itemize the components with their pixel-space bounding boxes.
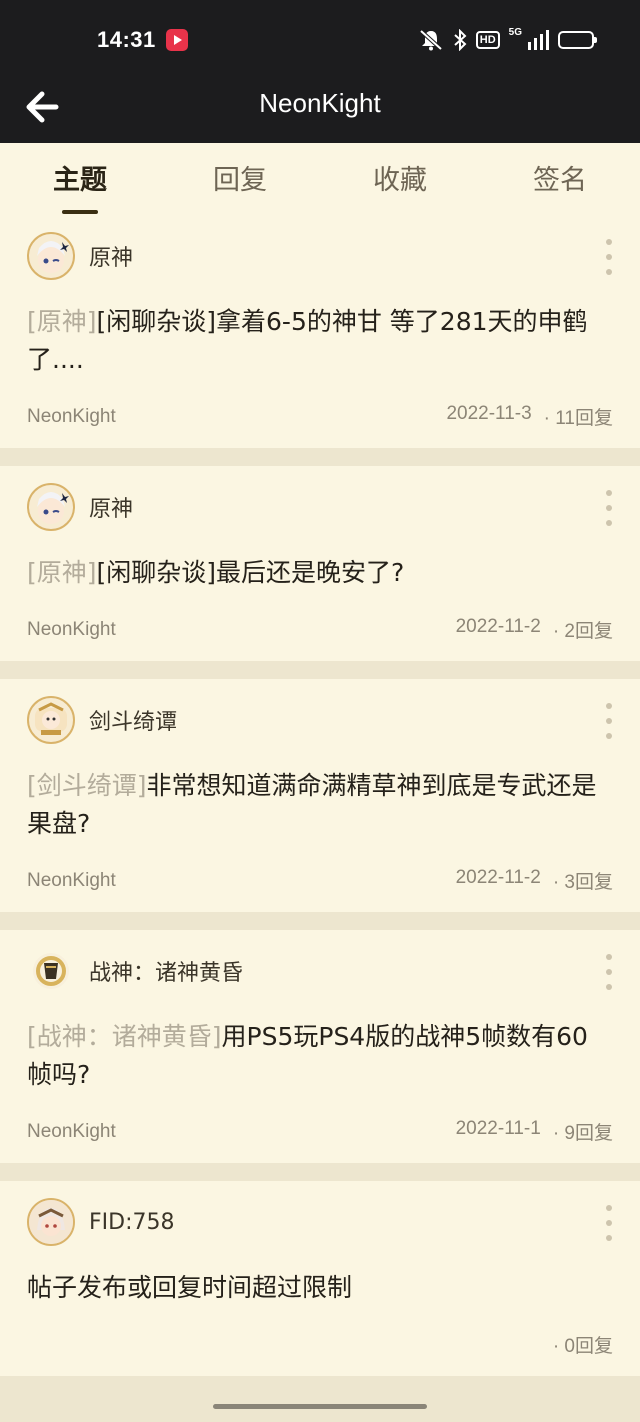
post-date: 2022-11-3 (446, 403, 532, 424)
post-date: 2022-11-2 (455, 616, 541, 637)
post-meta: NeonKight 2022-11-2 · 3回复 (27, 867, 613, 894)
more-options-icon[interactable] (602, 954, 616, 990)
home-indicator[interactable] (213, 1404, 427, 1409)
reply-count: · 2回复 (552, 621, 613, 642)
post-card[interactable]: 战神：诸神黄昏 [战神：诸神黄昏]用PS5玩PS4版的战神5帧数有60帧吗? N… (0, 930, 640, 1163)
reply-count: · 9回复 (552, 1123, 613, 1144)
post-card[interactable]: 原神 [原神][闲聊杂谈]最后还是晚安了? NeonKight 2022-11-… (0, 466, 640, 661)
forum-name[interactable]: 原神 (89, 240, 133, 272)
post-author: NeonKight (27, 405, 116, 427)
forum-tag: [剑斗绮谭] (27, 771, 147, 800)
forum-avatar[interactable] (27, 1198, 75, 1246)
network-type-label: 5G (508, 27, 522, 38)
signal-icon (527, 30, 549, 50)
post-title[interactable]: [原神][闲聊杂谈]拿着6-5的神甘 等了281天的申鹤了.... (27, 303, 613, 379)
mute-bell-icon (418, 29, 444, 51)
forum-tag: [原神] (27, 307, 97, 336)
forum-avatar[interactable] (27, 947, 75, 995)
forum-tag: [战神：诸神黄昏] (27, 1022, 222, 1051)
app-bar: NeonKight (0, 80, 640, 143)
header-bar: 14:31 HD 5G NeonKight (0, 0, 640, 143)
post-title[interactable]: [剑斗绮谭]非常想知道满命满精草神到底是专武还是果盘? (27, 767, 613, 843)
tab-bar: 主题 回复 收藏 签名 (0, 143, 640, 215)
post-title-text: [闲聊杂谈]最后还是晚安了? (96, 558, 405, 587)
post-card[interactable]: 原神 [原神][闲聊杂谈]拿着6-5的神甘 等了281天的申鹤了.... Neo… (0, 215, 640, 448)
post-author: NeonKight (27, 869, 116, 891)
post-title-text: [闲聊杂谈]拿着6-5的神甘 等了281天的申鹤了.... (27, 307, 588, 374)
forum-name[interactable]: 剑斗绮谭 (89, 704, 177, 736)
post-author: NeonKight (27, 618, 116, 640)
more-options-icon[interactable] (602, 1205, 616, 1241)
more-options-icon[interactable] (602, 703, 616, 739)
reply-count: · 0回复 (552, 1336, 613, 1357)
screen-record-icon (166, 29, 188, 51)
post-list: 原神 [原神][闲聊杂谈]拿着6-5的神甘 等了281天的申鹤了.... Neo… (0, 215, 640, 1394)
forum-name[interactable]: 战神：诸神黄昏 (89, 955, 243, 987)
post-title[interactable]: 帖子发布或回复时间超过限制 (27, 1269, 613, 1307)
tab-favorites[interactable]: 收藏 (320, 143, 480, 215)
post-author: NeonKight (27, 1120, 116, 1142)
more-options-icon[interactable] (602, 239, 616, 275)
battery-icon (558, 31, 597, 49)
post-meta: · 0回复 (27, 1331, 613, 1358)
reply-count: · 11回复 (543, 408, 613, 429)
bluetooth-icon (453, 29, 467, 51)
status-time: 14:31 (97, 27, 156, 52)
forum-name[interactable]: 原神 (89, 491, 133, 523)
post-title[interactable]: [原神][闲聊杂谈]最后还是晚安了? (27, 554, 613, 592)
more-options-icon[interactable] (602, 490, 616, 526)
post-title-text: 帖子发布或回复时间超过限制 (27, 1273, 353, 1302)
tab-signature[interactable]: 签名 (480, 143, 640, 215)
forum-avatar[interactable] (27, 483, 75, 531)
post-card[interactable]: 剑斗绮谭 [剑斗绮谭]非常想知道满命满精草神到底是专武还是果盘? NeonKig… (0, 679, 640, 912)
post-date: 2022-11-2 (455, 867, 541, 888)
post-title[interactable]: [战神：诸神黄昏]用PS5玩PS4版的战神5帧数有60帧吗? (27, 1018, 613, 1094)
tab-topics[interactable]: 主题 (0, 143, 160, 215)
tab-replies[interactable]: 回复 (160, 143, 320, 215)
post-meta: NeonKight 2022-11-3 · 11回复 (27, 403, 613, 430)
page-title: NeonKight (259, 88, 381, 118)
status-icons: HD 5G (418, 27, 597, 51)
status-bar: 14:31 HD 5G (0, 0, 640, 80)
forum-avatar[interactable] (27, 696, 75, 744)
forum-name[interactable]: FID:758 (89, 1210, 175, 1235)
hd-voice-icon: HD (475, 31, 500, 49)
post-meta: NeonKight 2022-11-1 · 9回复 (27, 1118, 613, 1145)
reply-count: · 3回复 (552, 872, 613, 893)
post-card[interactable]: FID:758 帖子发布或回复时间超过限制 · 0回复 (0, 1181, 640, 1376)
post-date: 2022-11-1 (455, 1118, 541, 1139)
forum-avatar[interactable] (27, 232, 75, 280)
post-meta: NeonKight 2022-11-2 · 2回复 (27, 616, 613, 643)
forum-tag: [原神] (27, 558, 97, 587)
